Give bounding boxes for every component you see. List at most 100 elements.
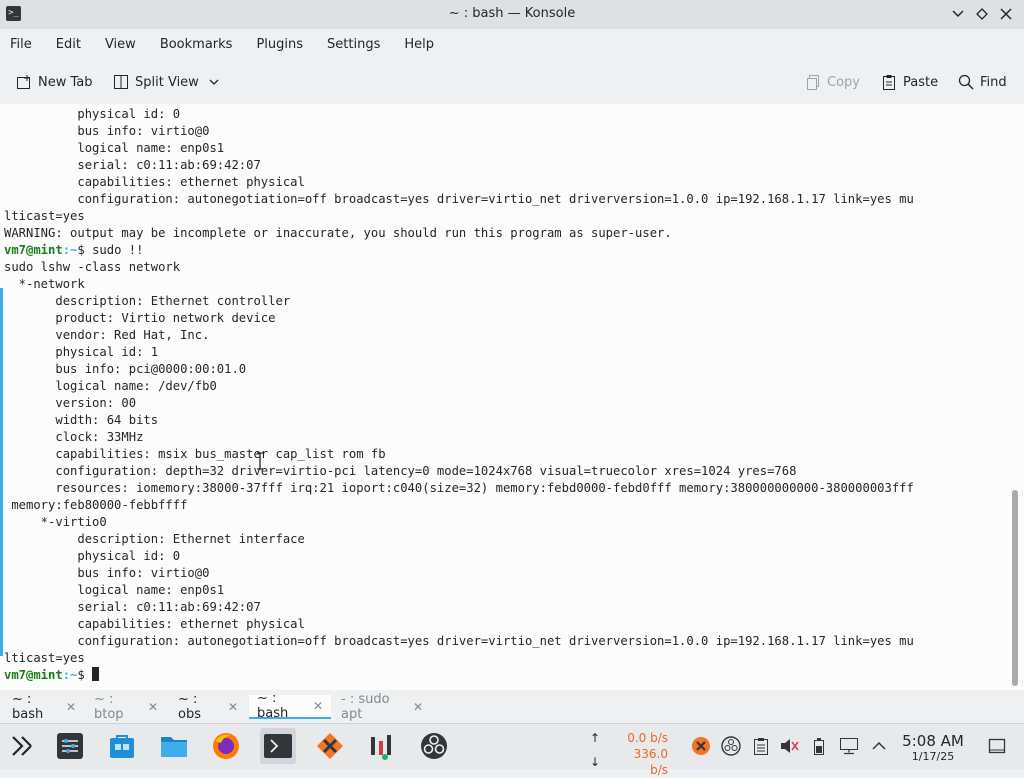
terminal-line: bus info: virtio@0 — [4, 566, 210, 580]
tab-obs[interactable]: ~ : obs ✕ — [170, 692, 246, 722]
toolbar: New Tab Split View Copy Paste Find — [0, 62, 1024, 102]
prompt-symbol: $ — [77, 668, 85, 682]
copy-button[interactable]: Copy — [805, 62, 860, 102]
firefox-icon[interactable] — [208, 728, 244, 764]
network-speed-monitor[interactable]: ↑ 0.0 b/s ↓ 336.0 b/s — [590, 730, 668, 778]
find-label: Find — [980, 74, 1007, 90]
clipboard-icon[interactable] — [750, 735, 772, 757]
close-tab-icon[interactable]: ✕ — [413, 700, 423, 714]
new-tab-button[interactable]: New Tab — [16, 62, 93, 102]
window-titlebar[interactable]: >_ ~ : bash — Konsole — [0, 0, 1024, 29]
upload-speed: 0.0 b/s — [627, 731, 668, 745]
terminal-line: vendor: Red Hat, Inc. — [4, 328, 210, 342]
audio-mixer-icon[interactable] — [364, 728, 400, 764]
terminal-line: *-network — [4, 277, 85, 291]
terminal-line: serial: c0:11:ab:69:42:07 — [4, 158, 261, 172]
terminal-line: memory:feb80000-febbffff — [4, 498, 188, 512]
terminal-line: physical id: 0 — [4, 107, 181, 121]
menu-file[interactable]: File — [0, 37, 40, 52]
terminal-line: configuration: autonegotiation=off broad… — [4, 634, 914, 648]
terminal-line: version: 00 — [4, 396, 137, 410]
copy-label: Copy — [827, 74, 860, 90]
taskbar: ↑ 0.0 b/s ↓ 336.0 b/s 5:08 AM 1/17/25 — [0, 723, 1024, 777]
close-icon[interactable] — [998, 4, 1014, 24]
paste-button[interactable]: Paste — [881, 62, 938, 102]
terminal-line: product: Virtio network device — [4, 311, 276, 325]
application-launcher-icon[interactable] — [4, 728, 40, 764]
prompt-user: vm7@mint — [4, 668, 63, 682]
tab-label: ~ : bash — [12, 692, 44, 722]
close-tab-icon[interactable]: ✕ — [313, 699, 323, 713]
menu-settings[interactable]: Settings — [317, 37, 388, 52]
tab-sudo-apt[interactable]: - : sudo apt ✕ — [333, 692, 431, 722]
terminal-line: configuration: autonegotiation=off broad… — [4, 192, 914, 206]
digital-clock[interactable]: 5:08 AM 1/17/25 — [896, 732, 970, 764]
tab-label: ~ : obs — [178, 692, 201, 722]
battery-icon[interactable] — [808, 735, 830, 757]
menu-help[interactable]: Help — [394, 37, 442, 52]
upload-arrow-icon: ↑ — [590, 731, 601, 745]
terminal-line: logical name: enp0s1 — [4, 583, 225, 597]
menu-bookmarks[interactable]: Bookmarks — [150, 37, 241, 52]
terminal-line: logical name: /dev/fb0 — [4, 379, 217, 393]
terminal-line: bus info: virtio@0 — [4, 124, 210, 138]
terminal-cursor — [92, 667, 100, 681]
terminal-line: resources: iomemory:38000-37fff irq:21 i… — [4, 481, 914, 495]
chevron-down-icon[interactable] — [209, 78, 219, 86]
tab-bar: ~ : bash ✕ ~ : btop ✕ ~ : obs ✕ ~ : bash… — [0, 691, 1024, 723]
clock-date: 1/17/25 — [911, 750, 955, 763]
terminal-scrollbar[interactable] — [1012, 490, 1018, 686]
prompt-user: vm7@mint — [4, 243, 63, 257]
synaptic-tray-icon[interactable] — [690, 735, 712, 757]
synaptic-icon[interactable] — [312, 728, 348, 764]
terminal-line: physical id: 1 — [4, 345, 159, 359]
close-tab-icon[interactable]: ✕ — [228, 700, 238, 714]
close-tab-icon[interactable]: ✕ — [148, 700, 158, 714]
prompt-symbol: $ — [77, 243, 85, 257]
terminal-output: physical id: 0 bus info: virtio@0 logica… — [4, 106, 914, 684]
chevron-up-icon[interactable] — [868, 735, 890, 757]
paste-icon — [883, 75, 895, 90]
tab-bash-1[interactable]: ~ : bash ✕ — [4, 692, 84, 722]
terminal-line: capabilities: msix bus_master cap_list r… — [4, 447, 386, 461]
close-tab-icon[interactable]: ✕ — [66, 700, 76, 714]
output-marker — [0, 288, 3, 656]
terminal-view[interactable]: physical id: 0 bus info: virtio@0 logica… — [0, 104, 1024, 690]
terminal-line: capabilities: ethernet physical — [4, 175, 305, 189]
tab-bash-active[interactable]: ~ : bash ✕ — [249, 691, 331, 721]
prompt-path: :~ — [62, 668, 78, 682]
find-button[interactable]: Find — [958, 62, 1007, 102]
search-icon — [958, 74, 974, 90]
file-manager-icon[interactable] — [156, 728, 192, 764]
new-tab-label: New Tab — [38, 74, 93, 90]
discover-store-icon[interactable] — [104, 728, 140, 764]
menu-view[interactable]: View — [95, 37, 144, 52]
command-text: sudo !! — [84, 243, 144, 257]
obs-studio-icon[interactable] — [416, 728, 452, 764]
menu-plugins[interactable]: Plugins — [246, 37, 311, 52]
terminal-line: sudo lshw -class network — [4, 260, 181, 274]
maximize-icon[interactable] — [974, 4, 990, 24]
minimize-icon[interactable] — [950, 4, 966, 24]
obs-tray-icon[interactable] — [720, 735, 742, 757]
menu-edit[interactable]: Edit — [46, 37, 89, 52]
show-desktop-icon[interactable] — [986, 735, 1008, 757]
tab-btop[interactable]: ~ : btop ✕ — [86, 692, 166, 722]
new-tab-icon — [17, 75, 30, 89]
split-view-button[interactable]: Split View — [113, 62, 219, 102]
terminal-line: physical id: 0 — [4, 549, 181, 563]
terminal-line: lticast=yes — [4, 209, 85, 223]
split-view-label: Split View — [135, 74, 199, 90]
terminal-line: width: 64 bits — [4, 413, 159, 427]
volume-muted-icon[interactable] — [778, 735, 800, 757]
terminal-line: bus info: pci@0000:00:01.0 — [4, 362, 247, 376]
tab-label: ~ : btop — [94, 692, 124, 722]
menu-bar: File Edit View Bookmarks Plugins Setting… — [0, 29, 1024, 59]
terminal-line: lticast=yes — [4, 651, 85, 665]
terminal-line: *-virtio0 — [4, 515, 107, 529]
network-wired-icon[interactable] — [838, 735, 860, 757]
konsole-task-icon[interactable] — [260, 728, 296, 764]
system-settings-icon[interactable] — [52, 728, 88, 764]
download-speed: 336.0 b/s — [633, 747, 668, 777]
terminal-line: clock: 33MHz — [4, 430, 144, 444]
